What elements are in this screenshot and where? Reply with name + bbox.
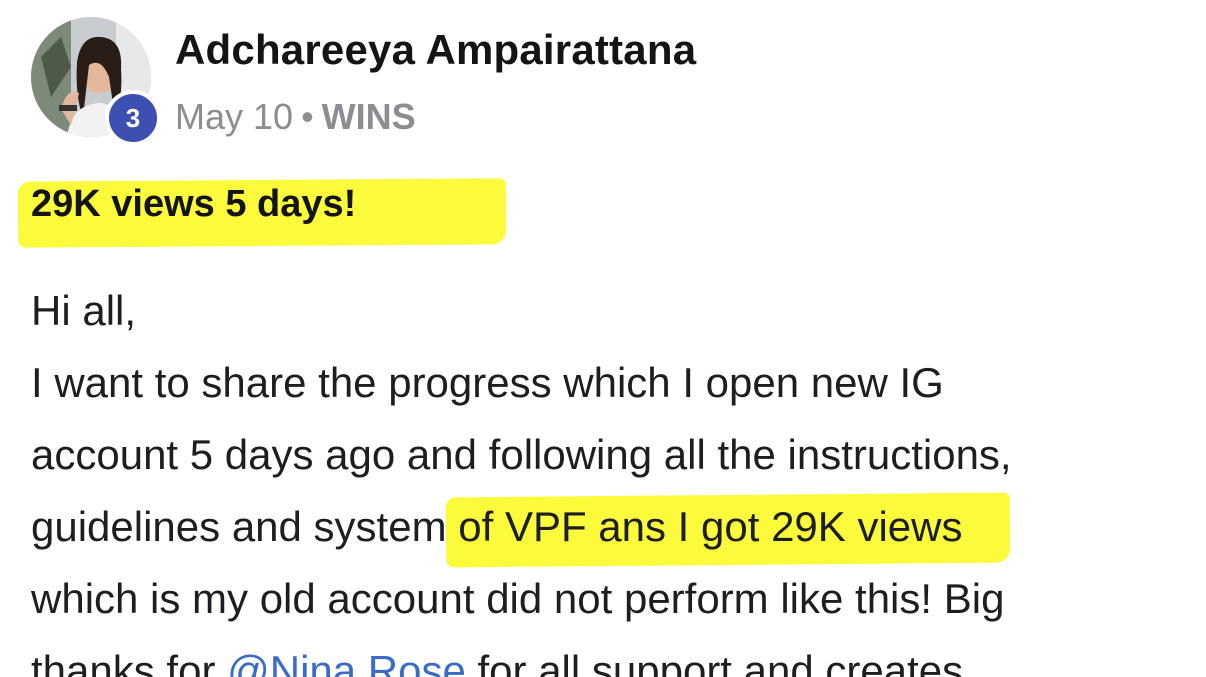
body-line: which is my old account did not perform … — [31, 575, 1005, 622]
body-line: I want to share the progress which I ope… — [31, 359, 944, 406]
post-body: Hi all, I want to share the progress whi… — [31, 275, 1191, 677]
highlighted-text: of VPF ans I got 29K views — [458, 503, 963, 550]
body-highlight: of VPF ans I got 29K views — [458, 491, 962, 563]
body-line: thanks for @Nina Rose for all support an… — [31, 635, 1191, 677]
user-mention-link[interactable]: @Nina Rose — [227, 647, 466, 677]
author-avatar[interactable]: 3 — [31, 17, 161, 146]
body-text-segment: thanks for — [31, 647, 228, 677]
level-badge: 3 — [105, 90, 161, 146]
body-line: Hi all, — [31, 287, 137, 334]
body-line: guidelines and system of VPF ans I got 2… — [31, 491, 1191, 563]
post-title: 29K views 5 days! — [31, 183, 357, 225]
author-name[interactable]: Adchareeya Ampairattana — [175, 26, 696, 74]
post-category[interactable]: WINS — [322, 96, 416, 137]
post-card: 3 Adchareeya Ampairattana May 10 • WINS 29… — [0, 0, 1206, 677]
body-text-segment: guidelines and system — [31, 503, 459, 550]
post-date[interactable]: May 10 — [175, 96, 293, 137]
meta-separator: • — [301, 96, 314, 137]
body-text-segment: for all support and creates — [465, 647, 964, 677]
body-line: account 5 days ago and following all the… — [31, 431, 1012, 478]
post-meta: May 10 • WINS — [175, 96, 416, 138]
